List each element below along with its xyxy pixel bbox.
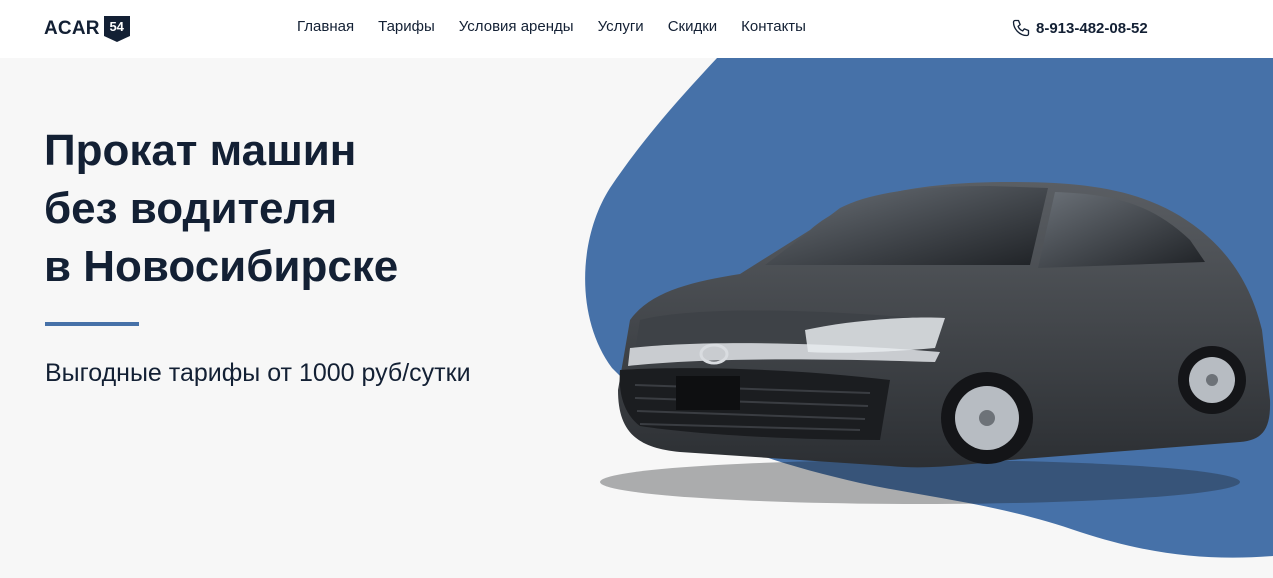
title-divider	[45, 322, 139, 326]
nav-item-contacts[interactable]: Контакты	[741, 18, 806, 35]
nav-item-home[interactable]: Главная	[297, 18, 354, 35]
site-header: ACAR 54 Главная Тарифы Условия аренды Ус…	[0, 0, 1273, 58]
nav-item-tariffs[interactable]: Тарифы	[378, 18, 435, 35]
phone-link[interactable]: 8-913-482-08-52	[1011, 18, 1148, 38]
hero-title-line-3: в Новосибирске	[44, 242, 399, 291]
logo-text: ACAR	[44, 18, 100, 39]
hero-title-line-1: Прокат машин	[44, 126, 357, 175]
hero-title: Прокат машин без водителя в Новосибирске	[44, 122, 398, 296]
phone-icon	[1012, 19, 1030, 37]
nav-item-services[interactable]: Услуги	[598, 18, 644, 35]
phone-number: 8-913-482-08-52	[1036, 19, 1148, 37]
nav-item-discounts[interactable]: Скидки	[668, 18, 717, 35]
nav-item-rental-terms[interactable]: Условия аренды	[459, 18, 574, 35]
logo-badge-number: 54	[109, 19, 124, 34]
main-nav: Главная Тарифы Условия аренды Услуги Ски…	[297, 18, 830, 35]
hero-title-line-2: без водителя	[44, 184, 338, 233]
hero-subtitle: Выгодные тарифы от 1000 руб/сутки	[45, 359, 471, 387]
car-image	[600, 182, 1271, 504]
logo-badge: 54	[103, 16, 130, 42]
logo[interactable]: ACAR 54	[44, 16, 130, 42]
